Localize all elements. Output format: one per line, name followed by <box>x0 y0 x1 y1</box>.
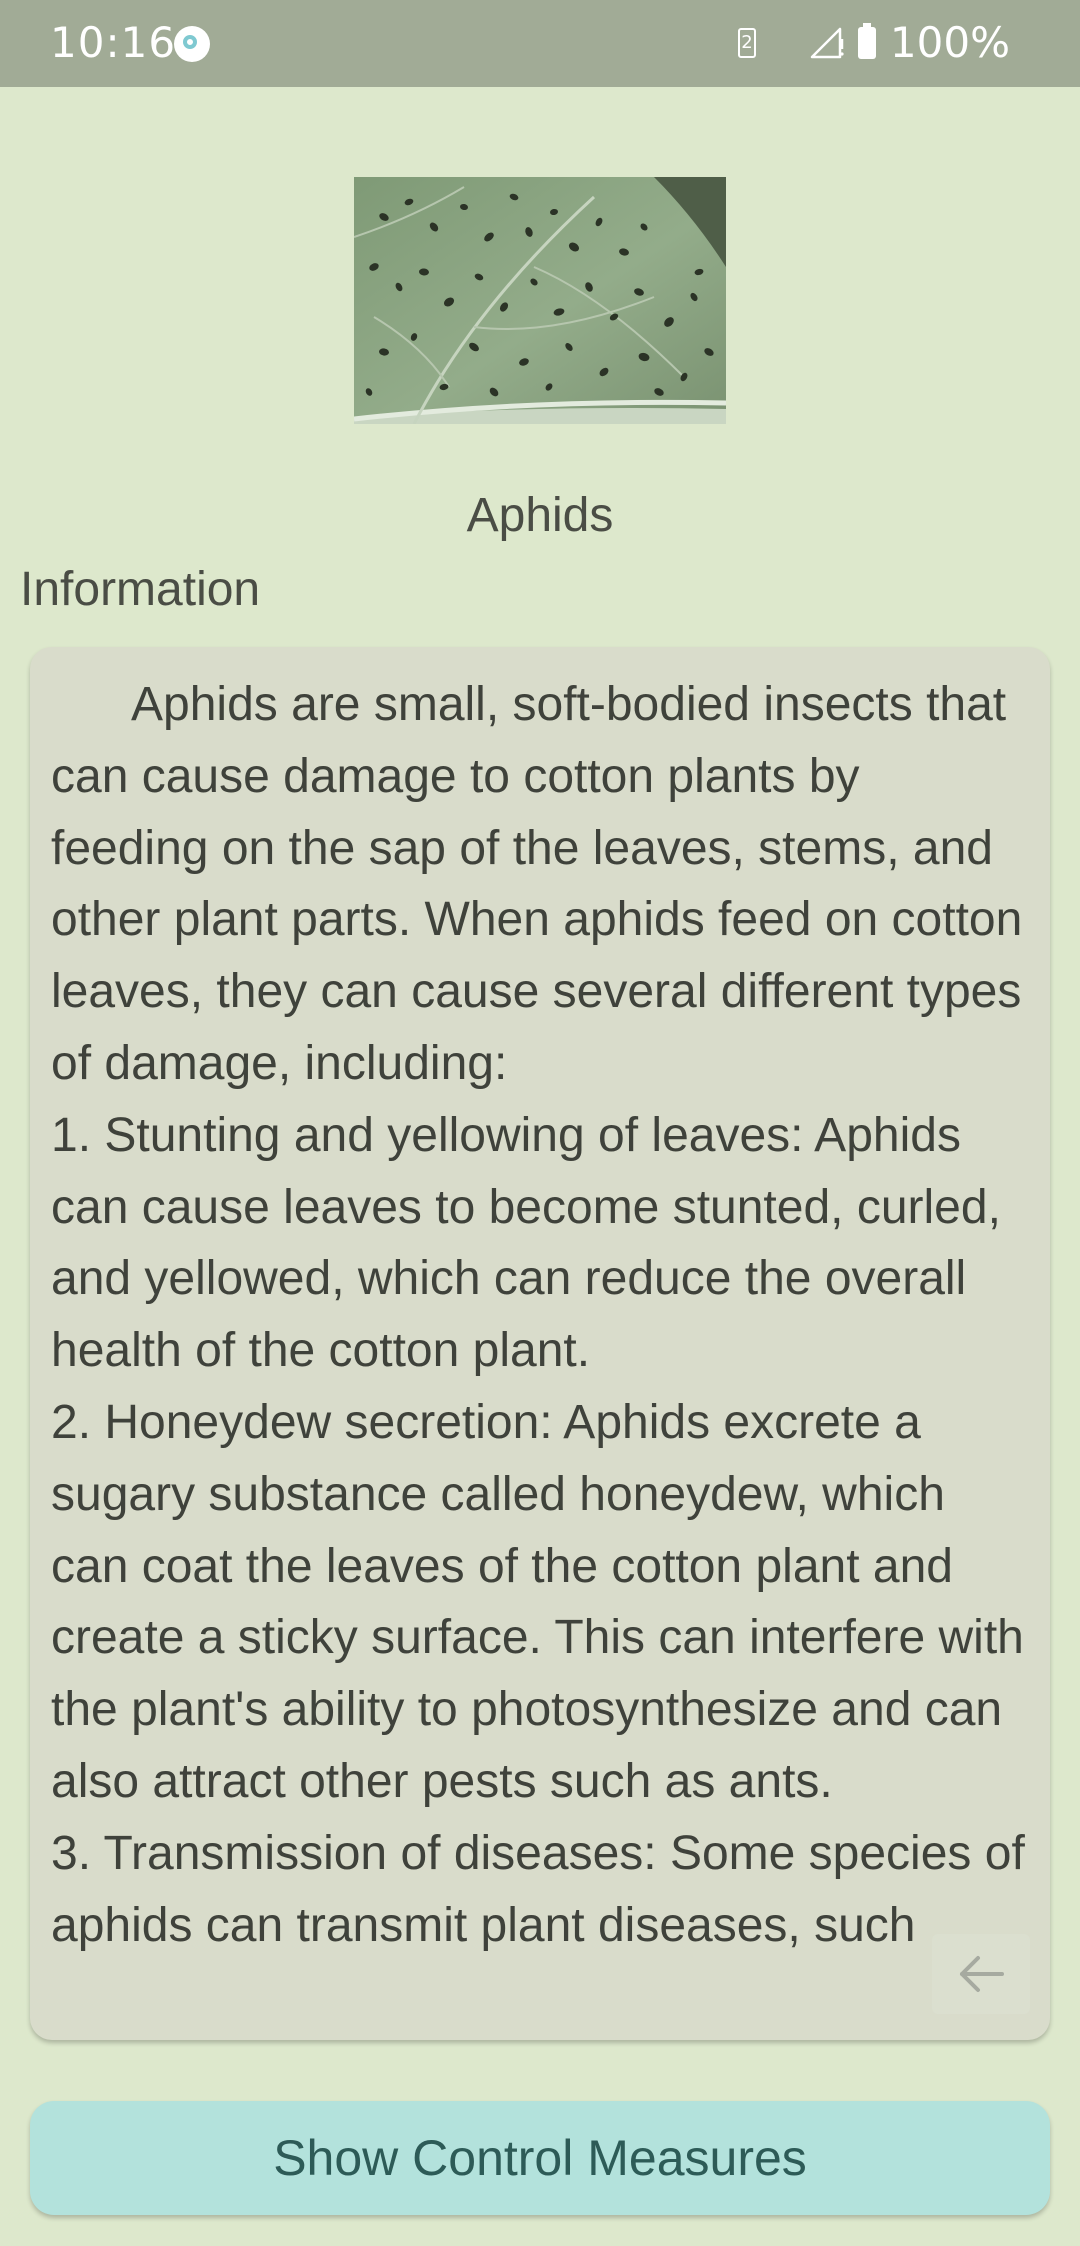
information-card[interactable]: Aphids are small, soft-bodied insects th… <box>30 647 1050 2040</box>
information-heading: Information <box>20 563 261 616</box>
sim-card-icon: 2 <box>737 27 756 58</box>
app-notification-icon <box>174 26 210 62</box>
status-bar: 10:16 2 100% <box>0 0 1080 87</box>
battery-percent: 100% <box>889 18 1010 67</box>
pest-photo-illustration <box>354 177 726 424</box>
aphids-on-leaf-photo <box>354 177 726 424</box>
pest-name-title: Aphids <box>466 489 614 542</box>
status-indicators: 2 100% <box>737 18 1010 67</box>
back-arrow-icon <box>960 1956 1004 1992</box>
cell-signal-icon <box>810 27 844 58</box>
information-text: Aphids are small, soft-bodied insects th… <box>51 678 1025 1952</box>
back-button[interactable] <box>932 1934 1030 2014</box>
status-time: 10:16 <box>50 18 177 67</box>
battery-charging-icon <box>857 22 876 59</box>
show-control-measures-button[interactable]: Show Control Measures <box>30 2101 1050 2215</box>
